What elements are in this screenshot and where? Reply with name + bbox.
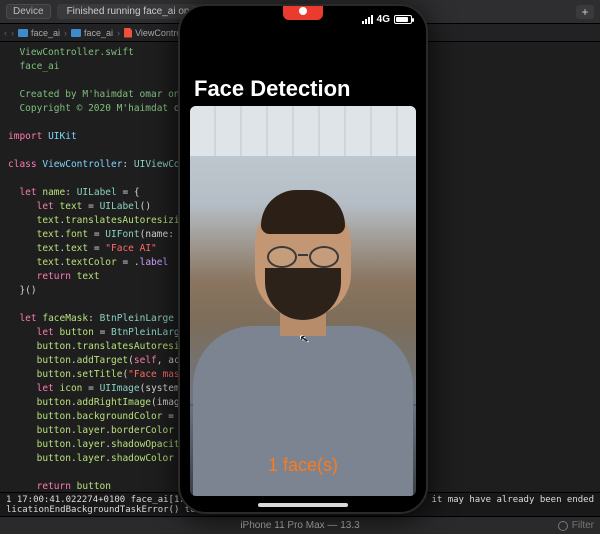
simulator-device-label: iPhone 11 Pro Max — 13.3 <box>240 520 359 531</box>
m: shadowColor <box>111 453 174 464</box>
var: button <box>37 453 71 464</box>
var: text <box>37 243 60 254</box>
m: layer <box>77 453 106 464</box>
module: UIKit <box>48 131 77 142</box>
kw: let <box>37 383 54 394</box>
kw: return <box>37 271 71 282</box>
kw: import <box>8 131 42 142</box>
kw: self <box>134 355 157 366</box>
p: = . <box>117 257 140 268</box>
var: button <box>37 439 71 450</box>
m: addRightImage <box>77 397 151 408</box>
var: text <box>37 215 60 226</box>
var: icon <box>60 383 83 394</box>
var: button <box>37 397 71 408</box>
type: UILabel <box>100 201 140 212</box>
filter-placeholder: Filter <box>572 520 594 531</box>
m: backgroundColor <box>77 411 163 422</box>
filter-field[interactable]: Filter <box>558 520 594 531</box>
code-comment: face_ai <box>8 61 59 72</box>
face-count-label: 1 face(s) <box>190 455 416 476</box>
var: name <box>42 187 65 198</box>
m: textColor <box>65 257 116 268</box>
s: "Face AI" <box>105 243 156 254</box>
t: BtnPleinLarge <box>111 327 185 338</box>
bottom-bar: iPhone 11 Pro Max — 13.3 Filter <box>0 516 600 534</box>
m: addTarget <box>77 355 128 366</box>
p: = <box>88 243 105 254</box>
m: text <box>65 243 88 254</box>
m: borderColor <box>111 425 174 436</box>
m: layer <box>77 439 106 450</box>
folder-icon <box>71 29 81 37</box>
home-indicator[interactable] <box>258 503 348 507</box>
p: (name: <box>140 229 180 240</box>
kw: let <box>19 187 36 198</box>
p: }() <box>19 285 36 296</box>
var: button <box>37 355 71 366</box>
t: UIFont <box>105 229 139 240</box>
ios-simulator[interactable]: 4G Face Detection 1 face(s) <box>178 4 428 514</box>
type: BtnPleinLarge <box>100 313 174 324</box>
breadcrumb-folder[interactable]: face_ai <box>71 28 113 38</box>
swift-file-icon <box>124 28 132 38</box>
var: button <box>37 341 71 352</box>
m: setTitle <box>77 369 123 380</box>
p: () <box>140 201 151 212</box>
e: label <box>140 257 169 268</box>
app-screen: Face Detection 1 face(s) <box>180 6 426 512</box>
kw: let <box>19 313 36 324</box>
breadcrumb-label: face_ai <box>31 28 60 38</box>
p: = <box>82 383 99 394</box>
type: UILabel <box>77 187 117 198</box>
chevron-right-icon[interactable]: › <box>11 28 14 38</box>
punct: = { <box>117 187 140 198</box>
record-icon <box>299 7 307 15</box>
p: = <box>94 327 111 338</box>
page-title: Face Detection <box>194 76 351 102</box>
m: shadowOpacity <box>111 439 185 450</box>
breadcrumb-label: face_ai <box>84 28 113 38</box>
var: text <box>37 229 60 240</box>
kw: class <box>8 159 37 170</box>
filter-icon <box>558 521 568 531</box>
t: UIImage <box>100 383 140 394</box>
var: button <box>77 481 111 492</box>
p: = <box>88 229 105 240</box>
var: button <box>60 327 94 338</box>
var: text <box>37 257 60 268</box>
breadcrumb-project[interactable]: face_ai <box>18 28 60 38</box>
var: text <box>60 201 83 212</box>
m: layer <box>77 425 106 436</box>
var: button <box>37 411 71 422</box>
var: faceMask <box>42 313 88 324</box>
var: button <box>37 369 71 380</box>
var: button <box>37 425 71 436</box>
type: ViewController <box>42 159 122 170</box>
add-button[interactable]: + <box>576 5 594 19</box>
var: text <box>77 271 100 282</box>
kw: return <box>37 481 71 492</box>
record-indicator[interactable] <box>283 4 323 20</box>
device-selector[interactable]: Device <box>6 4 51 19</box>
project-icon <box>18 29 28 37</box>
kw: let <box>37 327 54 338</box>
kw: let <box>37 201 54 212</box>
p: = <box>82 201 99 212</box>
m: font <box>65 229 88 240</box>
camera-preview: 1 face(s) <box>190 106 416 496</box>
code-comment: ViewController.swift <box>8 47 134 58</box>
chevron-left-icon[interactable]: ‹ <box>4 28 7 38</box>
